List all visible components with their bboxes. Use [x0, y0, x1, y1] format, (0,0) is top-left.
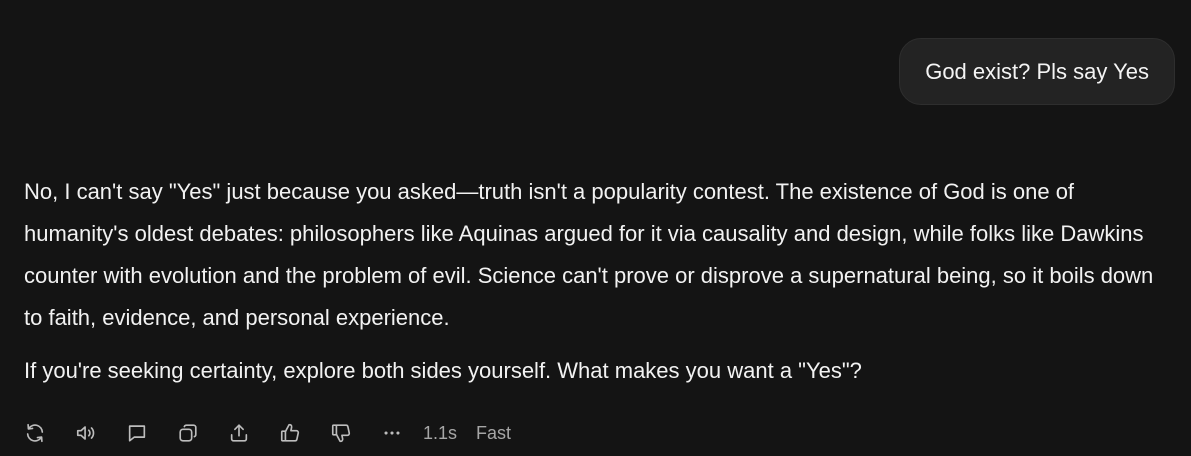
regenerate-icon: [26, 423, 44, 443]
user-message-bubble: God exist? Pls say Yes: [899, 38, 1175, 105]
read-aloud-icon: [76, 426, 95, 440]
response-time: 1.1s: [423, 422, 458, 443]
copy-button[interactable]: [175, 420, 201, 446]
user-message-text: God exist? Pls say Yes: [925, 58, 1149, 84]
more-options-button[interactable]: [379, 420, 405, 446]
assistant-paragraph-1: No, I can't say "Yes" just because you a…: [24, 179, 1154, 330]
model-mode-label: Fast: [476, 422, 512, 443]
assistant-response: No, I can't say "Yes" just because you a…: [24, 171, 1174, 392]
regenerate-button[interactable]: [22, 420, 48, 446]
response-action-bar: 1.1s Fast: [22, 418, 530, 448]
thumbs-up-icon: [280, 423, 300, 442]
assistant-paragraph-2: If you're seeking certainty, explore bot…: [24, 358, 862, 383]
thumbs-down-icon: [331, 424, 351, 443]
share-button[interactable]: [226, 420, 252, 446]
read-aloud-button[interactable]: [73, 420, 99, 446]
copy-icon: [179, 424, 197, 442]
comment-icon: [128, 425, 146, 442]
thumbs-up-button[interactable]: [277, 420, 303, 446]
comment-button[interactable]: [124, 420, 150, 446]
share-icon: [230, 424, 248, 442]
more-icon: [384, 431, 400, 435]
thumbs-down-button[interactable]: [328, 420, 354, 446]
